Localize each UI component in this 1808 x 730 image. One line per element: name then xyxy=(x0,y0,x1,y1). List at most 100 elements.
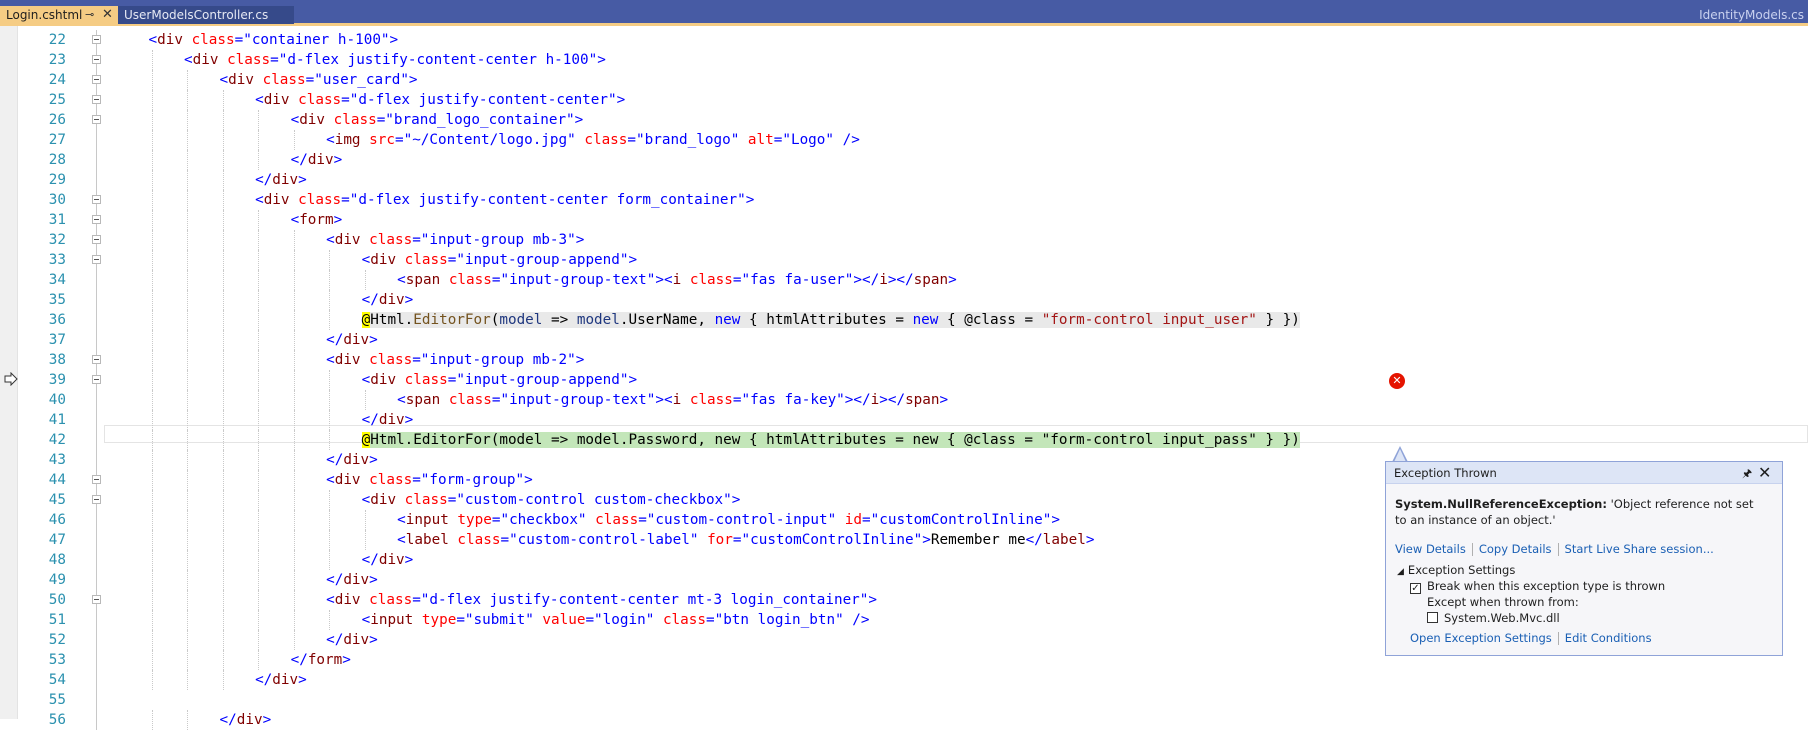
line-number: 28 xyxy=(48,152,66,168)
code-line[interactable]: 37 </div> xyxy=(0,330,1808,350)
code-line[interactable]: 55 xyxy=(0,690,1808,710)
indent-guide xyxy=(293,610,295,630)
code-line[interactable]: 26 <div class="brand_logo_container"> xyxy=(0,110,1808,130)
code-text: <div class="input-group-append"> xyxy=(361,372,638,388)
code-line[interactable]: 39 <div class="input-group-append"> xyxy=(0,370,1808,390)
collapse-icon[interactable] xyxy=(92,595,101,604)
view-details-link[interactable]: View Details xyxy=(1395,542,1466,556)
collapse-icon[interactable] xyxy=(92,255,101,264)
indent-guide xyxy=(329,370,331,390)
indent-guide xyxy=(151,430,153,450)
tab-label: Login.cshtml xyxy=(6,8,83,22)
code-line[interactable]: 31 <form> xyxy=(0,210,1808,230)
break-on-exception-checkbox[interactable]: ✓ Break when this exception type is throw… xyxy=(1410,579,1665,594)
code-text: <div class="d-flex justify-content-cente… xyxy=(255,192,755,208)
collapse-icon[interactable] xyxy=(92,355,101,364)
outline-line xyxy=(96,330,97,350)
pin-icon[interactable]: ⊸ xyxy=(85,6,94,24)
code-line[interactable]: 38 <div class="input-group mb-2"> xyxy=(0,350,1808,370)
line-number: 33 xyxy=(48,252,66,268)
collapse-icon[interactable] xyxy=(92,215,101,224)
indent-guide xyxy=(187,410,189,430)
code-line[interactable]: 36 @Html.EditorFor(model => model.UserNam… xyxy=(0,310,1808,330)
indent-guide xyxy=(293,370,295,390)
open-exception-settings-link[interactable]: Open Exception Settings xyxy=(1410,631,1552,645)
close-icon[interactable]: ✕ xyxy=(102,6,113,24)
indent-guide xyxy=(151,70,153,90)
code-line[interactable]: 24 <div class="user_card"> xyxy=(0,70,1808,90)
indent-guide xyxy=(364,390,366,410)
tab-identitymodels[interactable]: IdentityModels.cs xyxy=(1699,6,1808,24)
collapse-icon[interactable] xyxy=(92,235,101,244)
code-line[interactable]: 34 <span class="input-group-text"><i clas… xyxy=(0,270,1808,290)
indent-guide xyxy=(258,490,260,510)
close-icon[interactable]: ✕ xyxy=(1758,463,1771,482)
indent-guide xyxy=(187,250,189,270)
code-line[interactable]: 56 </div> xyxy=(0,710,1808,730)
instruction-pointer-icon xyxy=(4,372,18,386)
collapse-icon[interactable] xyxy=(92,75,101,84)
indent-guide xyxy=(293,390,295,410)
indent-guide xyxy=(187,290,189,310)
indent-guide xyxy=(151,650,153,670)
edit-conditions-link[interactable]: Edit Conditions xyxy=(1565,631,1652,645)
indent-guide xyxy=(187,90,189,110)
code-line[interactable]: 35 </div> xyxy=(0,290,1808,310)
indent-guide xyxy=(187,190,189,210)
indent-guide xyxy=(293,350,295,370)
indent-guide xyxy=(187,70,189,90)
collapse-icon[interactable] xyxy=(92,375,101,384)
collapse-icon[interactable] xyxy=(92,475,101,484)
indent-guide xyxy=(187,310,189,330)
except-label: Except when thrown from: xyxy=(1427,595,1579,609)
code-line[interactable]: 30 <div class="d-flex justify-content-cen… xyxy=(0,190,1808,210)
collapse-arrow-icon[interactable]: ◢ xyxy=(1397,567,1404,577)
indent-guide xyxy=(222,370,224,390)
code-text: <div class="d-flex justify-content-cente… xyxy=(184,52,606,68)
line-number: 35 xyxy=(48,292,66,308)
code-line[interactable]: 40 <span class="input-group-text"><i clas… xyxy=(0,390,1808,410)
code-line[interactable]: 54 </div> xyxy=(0,670,1808,690)
collapse-icon[interactable] xyxy=(92,55,101,64)
code-line[interactable]: 41 </div> xyxy=(0,410,1808,430)
error-icon[interactable]: ✕ xyxy=(1389,373,1405,389)
code-line[interactable]: 28 </div> xyxy=(0,150,1808,170)
collapse-icon[interactable] xyxy=(92,95,101,104)
code-line[interactable]: 27 <img src="~/Content/logo.jpg" class="b… xyxy=(0,130,1808,150)
dll-exception-checkbox[interactable]: System.Web.Mvc.dll xyxy=(1427,611,1560,625)
indent-guide xyxy=(187,130,189,150)
indent-guide xyxy=(222,230,224,250)
line-number: 32 xyxy=(48,232,66,248)
line-number: 34 xyxy=(48,272,66,288)
collapse-icon[interactable] xyxy=(92,115,101,124)
checkbox-checked[interactable]: ✓ xyxy=(1410,583,1421,594)
indent-guide xyxy=(187,630,189,650)
checkbox-unchecked[interactable] xyxy=(1427,612,1438,623)
code-line[interactable]: 42 @Html.EditorFor(model => model.Passwor… xyxy=(0,430,1808,450)
document-tab-strip: Login.cshtml ⊸ ✕ UserModelsController.cs… xyxy=(0,0,1808,26)
live-share-link[interactable]: Start Live Share session... xyxy=(1565,542,1714,556)
indent-guide xyxy=(151,210,153,230)
code-text: </div> xyxy=(361,552,414,568)
exception-settings-header[interactable]: ◢ Exception Settings xyxy=(1397,563,1515,577)
collapse-icon[interactable] xyxy=(92,35,101,44)
collapse-icon[interactable] xyxy=(92,495,101,504)
code-line[interactable]: 29 </div> xyxy=(0,170,1808,190)
indent-guide xyxy=(258,370,260,390)
indent-guide xyxy=(222,150,224,170)
line-number: 26 xyxy=(48,112,66,128)
tab-login-cshtml[interactable]: Login.cshtml ⊸ ✕ xyxy=(0,6,118,24)
code-line[interactable]: 23 <div class="d-flex justify-content-cen… xyxy=(0,50,1808,70)
code-line[interactable]: 22 <div class="container h-100"> xyxy=(0,30,1808,50)
pin-icon[interactable]: 🖈 xyxy=(1742,465,1752,484)
code-line[interactable]: 25 <div class="d-flex justify-content-cen… xyxy=(0,90,1808,110)
code-line[interactable]: 32 <div class="input-group mb-3"> xyxy=(0,230,1808,250)
indent-guide xyxy=(151,550,153,570)
copy-details-link[interactable]: Copy Details xyxy=(1479,542,1552,556)
code-line[interactable]: 33 <div class="input-group-append"> xyxy=(0,250,1808,270)
tab-usermodelscontroller[interactable]: UserModelsController.cs xyxy=(118,6,294,24)
indent-guide xyxy=(222,90,224,110)
outline-line xyxy=(96,630,97,650)
collapse-icon[interactable] xyxy=(92,195,101,204)
line-number: 27 xyxy=(48,132,66,148)
